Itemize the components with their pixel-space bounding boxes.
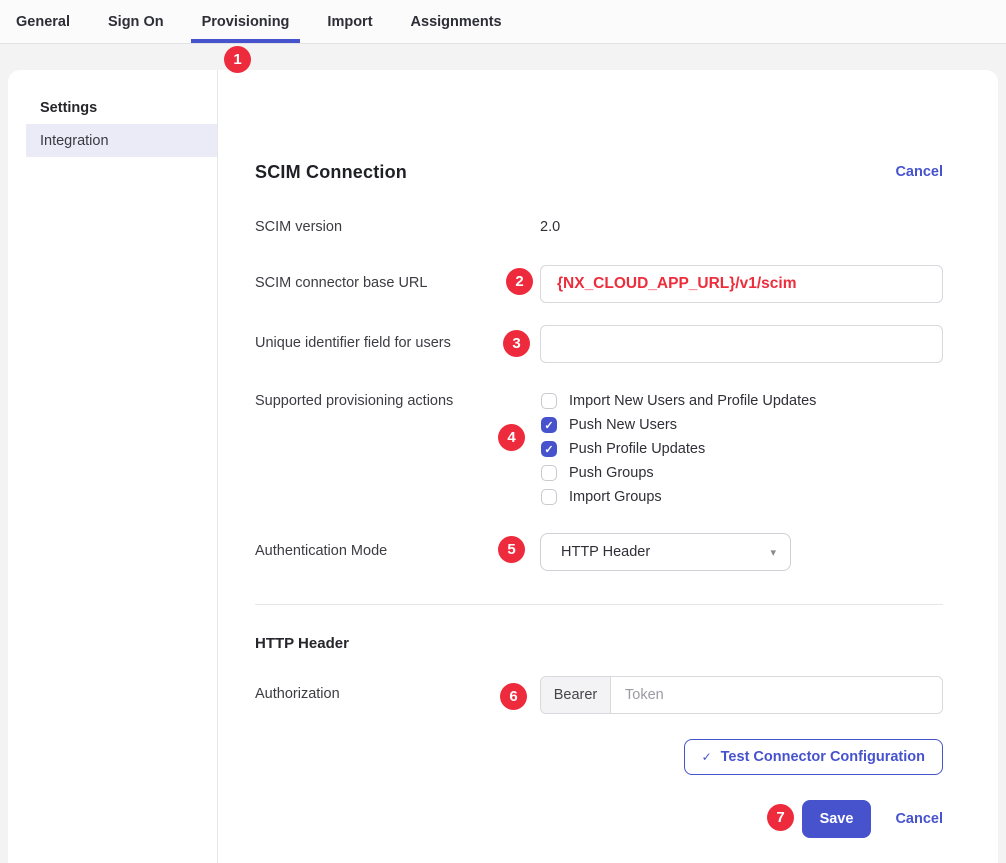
unique-id-input[interactable] [540,325,943,363]
bearer-prefix: Bearer [541,677,611,713]
checkbox-import-groups[interactable]: Import Groups [540,485,943,509]
test-connector-button[interactable]: ✓ Test Connector Configuration [684,739,943,775]
page-title: SCIM Connection [255,162,407,183]
provisioning-actions-row: Supported provisioning actions Import Ne… [255,389,943,509]
http-header-section-heading: HTTP Header [255,633,943,655]
scim-version-label: SCIM version [255,216,540,238]
auth-mode-select[interactable]: HTTP Header ▾ [540,533,791,571]
checkbox-icon[interactable] [541,417,557,433]
sidebar-item-integration[interactable]: Integration [26,124,217,157]
tab-assignments[interactable]: Assignments [400,0,513,43]
panel-header: SCIM Connection Cancel [255,160,943,184]
checkbox-icon[interactable] [541,393,557,409]
checkbox-import-new-users[interactable]: Import New Users and Profile Updates [540,389,943,413]
auth-mode-selected-value: HTTP Header [561,544,650,560]
checkbox-push-profile-updates[interactable]: Push Profile Updates [540,437,943,461]
base-url-label: SCIM connector base URL [255,265,540,303]
step-badge-6: 6 [500,683,527,710]
base-url-row: SCIM connector base URL [255,265,943,303]
scim-version-row: SCIM version 2.0 [255,216,943,238]
checkbox-label: Push Groups [569,465,654,481]
token-input[interactable] [611,677,942,713]
check-icon: ✓ [702,750,712,764]
checkbox-push-groups[interactable]: Push Groups [540,461,943,485]
auth-mode-row: Authentication Mode HTTP Header ▾ [255,533,943,571]
unique-id-label: Unique identifier field for users [255,325,540,363]
checkbox-label: Import New Users and Profile Updates [569,393,816,409]
checkbox-icon[interactable] [541,465,557,481]
authorization-input-group: Bearer [540,676,943,714]
scim-connection-panel: SCIM Connection Cancel SCIM version 2.0 … [218,70,998,863]
checkbox-label: Push Profile Updates [569,441,705,457]
checkbox-label: Push New Users [569,417,677,433]
checkbox-label: Import Groups [569,489,662,505]
provisioning-actions-label: Supported provisioning actions [255,389,540,509]
step-badge-5: 5 [498,536,525,563]
test-row: ✓ Test Connector Configuration [255,739,943,775]
tab-import[interactable]: Import [316,0,383,43]
app-tab-bar: General Sign On Provisioning Import Assi… [0,0,1006,44]
cancel-button[interactable]: Cancel [895,811,943,827]
tab-general[interactable]: General [5,0,81,43]
test-connector-label: Test Connector Configuration [721,749,925,765]
form-actions: Save Cancel [255,800,943,838]
checkbox-push-new-users[interactable]: Push New Users [540,413,943,437]
settings-sidebar: Settings Integration [8,70,218,863]
section-divider [255,604,943,605]
step-badge-1: 1 [224,46,251,73]
step-badge-7: 7 [767,804,794,831]
checkbox-icon[interactable] [541,441,557,457]
tab-provisioning[interactable]: Provisioning [191,0,301,43]
authorization-row: Authorization Bearer [255,676,943,714]
scim-version-value: 2.0 [540,219,943,235]
step-badge-3: 3 [503,330,530,357]
provisioning-card: Settings Integration SCIM Connection Can… [8,70,998,863]
step-badge-4: 4 [498,424,525,451]
checkbox-icon[interactable] [541,489,557,505]
scim-base-url-input[interactable] [540,265,943,303]
chevron-down-icon: ▾ [770,546,776,559]
cancel-link-top[interactable]: Cancel [895,164,943,180]
unique-id-row: Unique identifier field for users [255,325,943,363]
sidebar-heading: Settings [40,101,217,116]
provisioning-actions-list: Import New Users and Profile Updates Pus… [540,389,943,509]
step-badge-2: 2 [506,268,533,295]
tab-sign-on[interactable]: Sign On [97,0,175,43]
provisioning-settings-page: General Sign On Provisioning Import Assi… [0,0,1006,863]
authorization-label: Authorization [255,676,540,714]
save-button[interactable]: Save [802,800,872,838]
